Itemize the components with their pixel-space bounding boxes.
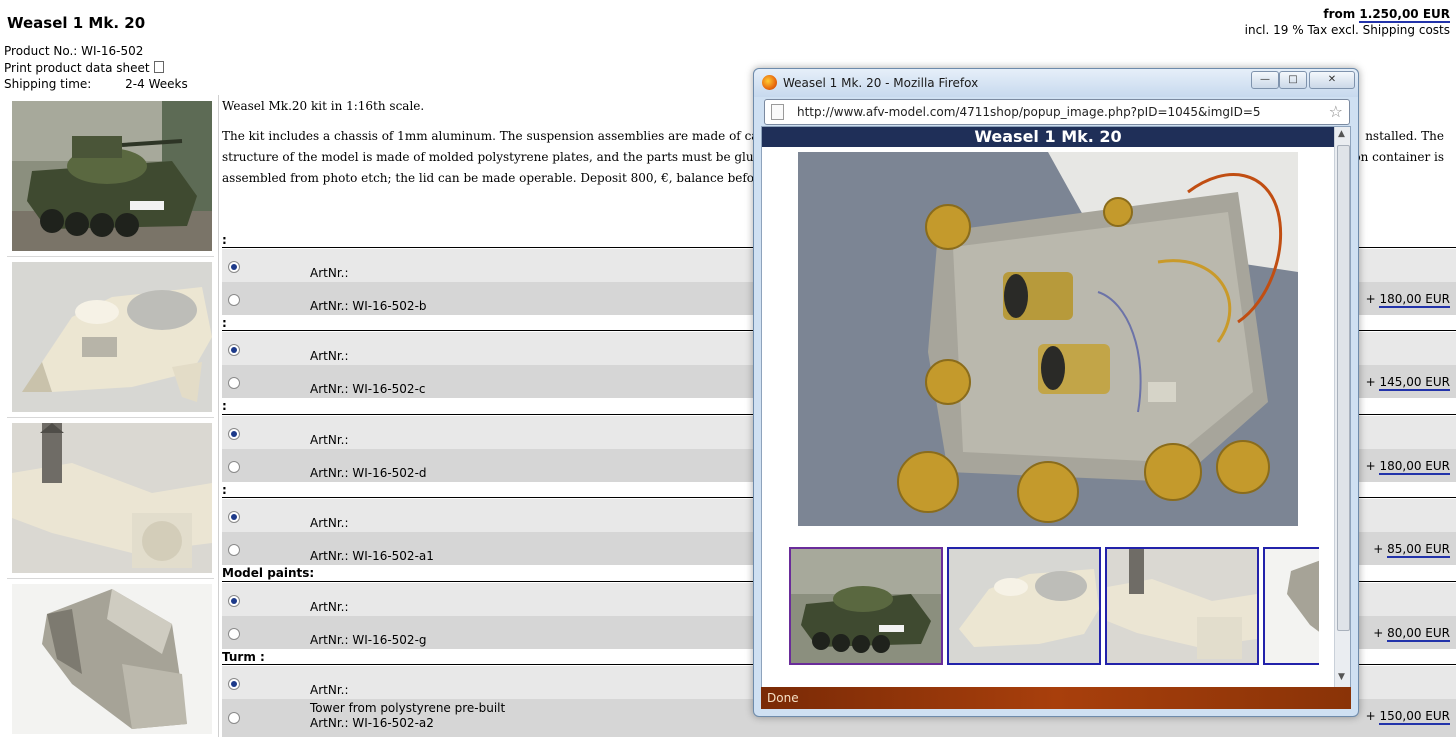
shipping-time-label: Shipping time: [4, 77, 92, 91]
option-price: + 145,00 EUR [1365, 375, 1450, 391]
option-artnr: ArtNr.: WI-16-502-a1 [310, 549, 434, 563]
popup-titlebar[interactable]: Weasel 1 Mk. 20 - Mozilla Firefox — □ ✕ [754, 69, 1358, 97]
option-artnr: ArtNr.: WI-16-502-d [310, 466, 427, 480]
description-text: The kit includes a chassis of 1mm alumin… [222, 129, 837, 143]
option-radio[interactable] [228, 461, 240, 473]
option-group-label: Model paints: [222, 566, 315, 580]
option-price: + 150,00 EUR [1365, 709, 1450, 725]
price-amount: 1.250,00 EUR [1359, 7, 1450, 23]
option-price-prefix: + [1373, 542, 1388, 556]
column-divider [218, 95, 219, 737]
option-price-amount: 180,00 EUR [1379, 459, 1450, 475]
popup-title: Weasel 1 Mk. 20 - Mozilla Firefox [783, 76, 979, 90]
maximize-button[interactable]: □ [1279, 71, 1307, 89]
option-radio[interactable] [228, 595, 240, 607]
popup-thumbnail-vehicle[interactable] [789, 547, 943, 665]
option-price-prefix: + [1373, 626, 1388, 640]
status-bar: Done [761, 687, 1351, 709]
popup-thumbnail-strip [789, 547, 1319, 665]
option-price-amount: 145,00 EUR [1379, 375, 1450, 391]
popup-content: Weasel 1 Mk. 20 ▲ ▼ [761, 126, 1351, 688]
print-datasheet-link[interactable]: Print product data sheet [4, 61, 165, 75]
popup-window: Weasel 1 Mk. 20 - Mozilla Firefox — □ ✕ … [753, 68, 1359, 717]
divider [7, 417, 214, 418]
option-price: + 80,00 EUR [1373, 626, 1450, 642]
popup-thumbnail-hull[interactable] [947, 547, 1101, 665]
option-price: + 180,00 EUR [1365, 459, 1450, 475]
option-radio[interactable] [228, 511, 240, 523]
option-price-prefix: + [1365, 292, 1380, 306]
product-price: from 1.250,00 EUR [1245, 7, 1450, 23]
description-text: nstalled. The [1365, 129, 1444, 143]
product-thumbnail-hull[interactable] [12, 262, 212, 412]
option-artnr: ArtNr.: [310, 600, 349, 614]
print-datasheet-label: Print product data sheet [4, 61, 150, 75]
status-text: Done [767, 691, 799, 705]
price-box: from 1.250,00 EUR incl. 19 % Tax excl. S… [1245, 7, 1450, 37]
option-radio[interactable] [228, 712, 240, 724]
option-radio[interactable] [228, 544, 240, 556]
url-text[interactable]: http://www.afv-model.com/4711shop/popup_… [797, 105, 1261, 119]
product-thumbnail-metal-part[interactable] [12, 584, 212, 734]
shipping-time: Shipping time: 2-4 Weeks [4, 77, 188, 91]
option-price-prefix: + [1365, 459, 1380, 473]
divider [7, 256, 214, 257]
option-price-amount: 85,00 EUR [1387, 542, 1450, 558]
product-title: Weasel 1 Mk. 20 [7, 14, 146, 32]
option-price: + 180,00 EUR [1365, 292, 1450, 308]
option-group-label: : [222, 316, 227, 330]
tax-note: incl. 19 % Tax excl. Shipping costs [1244, 23, 1450, 37]
option-group-label: Turm : [222, 650, 265, 664]
popup-vertical-scrollbar[interactable]: ▲ ▼ [1334, 127, 1350, 687]
option-artnr: ArtNr.: WI-16-502-b [310, 299, 427, 313]
minimize-button[interactable]: — [1251, 71, 1279, 89]
option-price-amount: 80,00 EUR [1387, 626, 1450, 642]
option-artnr: ArtNr.: [310, 683, 349, 697]
option-radio[interactable] [228, 377, 240, 389]
datasheet-icon [154, 61, 165, 73]
option-artnr: ArtNr.: [310, 516, 349, 530]
popup-thumbnail-parts[interactable] [1105, 547, 1259, 665]
option-radio[interactable] [228, 261, 240, 273]
option-artnr: ArtNr.: [310, 433, 349, 447]
option-radio[interactable] [228, 344, 240, 356]
option-price: + 85,00 EUR [1373, 542, 1450, 558]
popup-thumbnail-metal-part[interactable] [1263, 547, 1319, 665]
scroll-up-icon[interactable]: ▲ [1338, 129, 1345, 139]
price-prefix: from [1323, 7, 1360, 21]
scrollbar-thumb[interactable] [1337, 145, 1350, 631]
scroll-down-icon[interactable]: ▼ [1338, 672, 1345, 682]
page-icon [771, 104, 784, 120]
option-price-prefix: + [1365, 375, 1380, 389]
option-price-prefix: + [1365, 709, 1380, 723]
shipping-time-value: 2-4 Weeks [125, 77, 188, 91]
option-artnr: ArtNr.: [310, 349, 349, 363]
option-artnr: Tower from polystyrene pre-built ArtNr.:… [310, 701, 506, 730]
description-text: structure of the model is made of molded… [222, 150, 840, 164]
product-number: Product No.: WI-16-502 [4, 44, 144, 58]
option-artnr: ArtNr.: WI-16-502-g [310, 633, 427, 647]
option-group-label: : [222, 483, 227, 497]
option-group-label: : [222, 399, 227, 413]
address-bar[interactable]: http://www.afv-model.com/4711shop/popup_… [764, 99, 1350, 125]
option-price-amount: 150,00 EUR [1379, 709, 1450, 725]
bookmark-star-icon[interactable]: ☆ [1329, 102, 1343, 121]
option-radio[interactable] [228, 678, 240, 690]
option-group-label: : [222, 233, 227, 247]
option-radio[interactable] [228, 428, 240, 440]
option-artnr: ArtNr.: [310, 266, 349, 280]
divider [7, 578, 214, 579]
popup-main-image [798, 152, 1298, 526]
option-radio[interactable] [228, 294, 240, 306]
option-artnr: ArtNr.: WI-16-502-c [310, 382, 426, 396]
product-thumbnail-parts[interactable] [12, 423, 212, 573]
description-text: assembled from photo etch; the lid can b… [222, 171, 838, 185]
close-button[interactable]: ✕ [1309, 71, 1355, 89]
product-thumbnail-vehicle[interactable] [12, 101, 212, 251]
firefox-icon [762, 75, 777, 90]
popup-heading: Weasel 1 Mk. 20 [762, 127, 1334, 147]
option-price-amount: 180,00 EUR [1379, 292, 1450, 308]
option-radio[interactable] [228, 628, 240, 640]
